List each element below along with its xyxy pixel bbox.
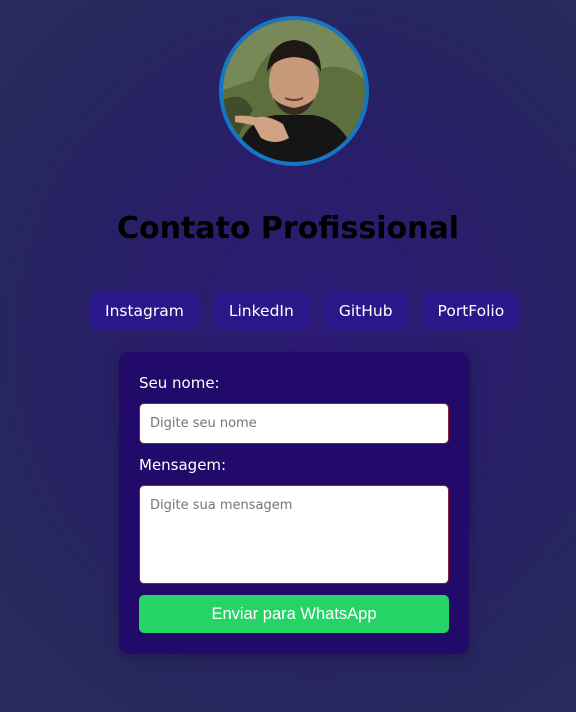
name-input[interactable] <box>139 403 449 444</box>
linkedin-link[interactable]: LinkedIn <box>213 292 309 330</box>
message-textarea[interactable] <box>139 485 449 584</box>
contact-form: Seu nome: Mensagem: Enviar para WhatsApp <box>119 352 469 654</box>
social-links: Instagram LinkedIn GitHub PortFolio <box>90 292 520 330</box>
profile-photo-icon <box>223 20 365 162</box>
avatar <box>219 16 369 166</box>
portfolio-link[interactable]: PortFolio <box>422 292 520 330</box>
name-label: Seu nome: <box>139 374 220 392</box>
github-link[interactable]: GitHub <box>323 292 408 330</box>
message-label: Mensagem: <box>139 456 227 474</box>
instagram-link[interactable]: Instagram <box>90 292 199 330</box>
send-whatsapp-button[interactable]: Enviar para WhatsApp <box>139 595 449 633</box>
page-title: Contato Profissional <box>116 211 460 246</box>
